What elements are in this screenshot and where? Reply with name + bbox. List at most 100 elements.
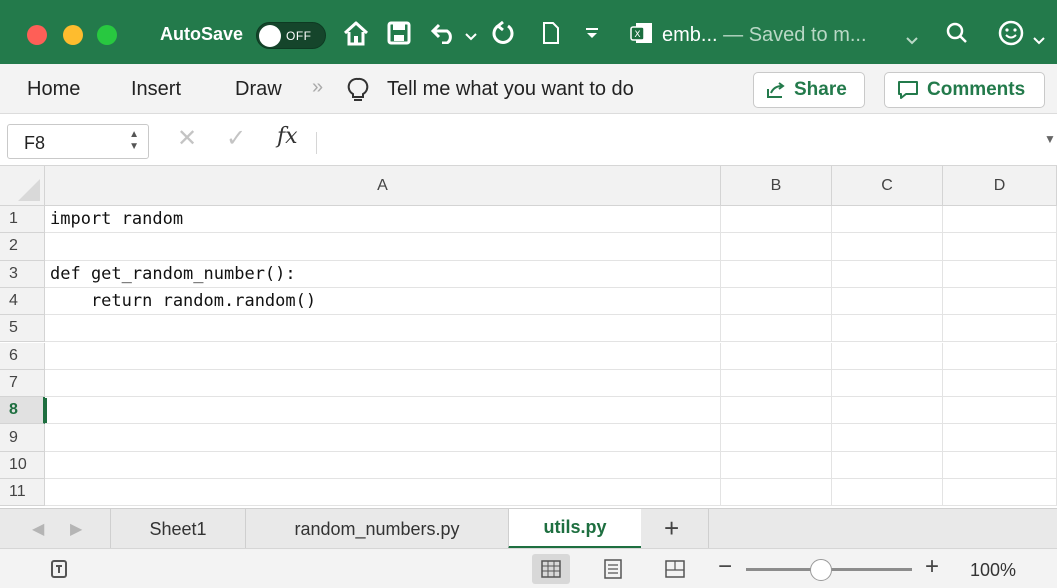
sheet-tab-utils[interactable]: utils.py xyxy=(508,509,641,549)
redo-icon[interactable] xyxy=(490,18,516,48)
cell-d11[interactable] xyxy=(943,479,1057,507)
close-window-button[interactable] xyxy=(27,25,47,45)
expand-formula-icon[interactable]: ▼ xyxy=(1044,132,1056,146)
cell-c5[interactable] xyxy=(832,315,943,343)
cell-c6[interactable] xyxy=(832,342,943,370)
chevron-down-icon[interactable] xyxy=(906,26,918,56)
more-tabs-icon[interactable]: » xyxy=(312,76,323,99)
cancel-icon[interactable]: ✕ xyxy=(177,124,197,153)
autosave-toggle[interactable]: OFF xyxy=(256,22,326,49)
normal-view-icon[interactable] xyxy=(532,554,570,584)
cell-a7[interactable] xyxy=(45,369,721,398)
customize-icon[interactable] xyxy=(585,18,599,48)
sheet-tab-random-numbers[interactable]: random_numbers.py xyxy=(245,509,508,549)
tell-me-search[interactable]: Tell me what you want to do xyxy=(387,78,634,101)
cell-a5[interactable] xyxy=(45,315,721,343)
prev-sheet-icon[interactable]: ◀ xyxy=(32,519,44,539)
page-break-icon[interactable] xyxy=(656,554,694,584)
column-header-c[interactable]: C xyxy=(832,166,943,206)
row-header[interactable]: 10 xyxy=(0,451,45,479)
row-header[interactable]: 6 xyxy=(0,342,45,370)
cell-b1[interactable] xyxy=(721,206,832,234)
row-header[interactable]: 7 xyxy=(0,369,45,398)
cell-c7[interactable] xyxy=(832,369,943,398)
row-header[interactable]: 8 xyxy=(0,397,45,425)
row-header[interactable]: 5 xyxy=(0,315,45,343)
cell-b2[interactable] xyxy=(721,233,832,261)
zoom-window-button[interactable] xyxy=(97,25,117,45)
share-button[interactable]: Share xyxy=(753,72,865,108)
cell-c4[interactable] xyxy=(832,287,943,316)
cell-b10[interactable] xyxy=(721,451,832,479)
cell-d10[interactable] xyxy=(943,451,1057,479)
cell-d5[interactable] xyxy=(943,315,1057,343)
insert-function-icon[interactable]: fx xyxy=(277,124,298,149)
cell-d8[interactable] xyxy=(943,397,1057,425)
cell-c11[interactable] xyxy=(832,479,943,507)
page-layout-icon[interactable] xyxy=(594,554,632,584)
comments-button[interactable]: Comments xyxy=(884,72,1045,108)
tab-draw[interactable]: Draw xyxy=(235,78,282,101)
new-doc-icon[interactable] xyxy=(542,18,560,48)
home-icon[interactable] xyxy=(342,18,370,48)
cell-d2[interactable] xyxy=(943,233,1057,261)
cell-d9[interactable] xyxy=(943,424,1057,452)
cell-b11[interactable] xyxy=(721,479,832,507)
cell-a8[interactable] xyxy=(45,397,721,425)
sheet-tab-sheet1[interactable]: Sheet1 xyxy=(110,509,245,549)
document-title[interactable]: emb... — Saved to m... xyxy=(662,24,867,47)
next-sheet-icon[interactable]: ▶ xyxy=(70,519,82,539)
add-sheet-button[interactable]: + xyxy=(664,513,679,544)
cell-b7[interactable] xyxy=(721,369,832,398)
zoom-level[interactable]: 100% xyxy=(970,560,1016,581)
chevron-down-icon[interactable] xyxy=(465,22,477,52)
cell-b4[interactable] xyxy=(721,287,832,316)
zoom-in-button[interactable]: + xyxy=(925,553,939,581)
cell-a4[interactable]: return random.random() xyxy=(45,287,721,316)
cell-b9[interactable] xyxy=(721,424,832,452)
row-header[interactable]: 3 xyxy=(0,260,45,288)
column-header-d[interactable]: D xyxy=(943,166,1057,206)
cell-d1[interactable] xyxy=(943,206,1057,234)
search-icon[interactable] xyxy=(946,18,968,48)
row-header[interactable]: 1 xyxy=(0,206,45,234)
cell-a11[interactable] xyxy=(45,479,721,507)
tab-home[interactable]: Home xyxy=(27,78,80,101)
cell-a3[interactable]: def get_random_number(): xyxy=(45,260,721,288)
cell-b5[interactable] xyxy=(721,315,832,343)
select-all-corner[interactable] xyxy=(0,166,45,206)
tab-insert[interactable]: Insert xyxy=(131,78,181,101)
zoom-out-button[interactable]: − xyxy=(718,553,732,581)
cell-b8[interactable] xyxy=(721,397,832,425)
cell-b6[interactable] xyxy=(721,342,832,370)
cell-a1[interactable]: import random xyxy=(45,206,721,234)
undo-icon[interactable] xyxy=(430,18,458,48)
smiley-icon[interactable] xyxy=(998,18,1024,48)
row-header[interactable]: 2 xyxy=(0,233,45,261)
column-header-a[interactable]: A xyxy=(45,166,721,206)
check-icon[interactable]: ✓ xyxy=(226,124,246,153)
save-icon[interactable] xyxy=(387,18,411,48)
cell-b3[interactable] xyxy=(721,260,832,288)
cell-d4[interactable] xyxy=(943,287,1057,316)
cell-a9[interactable] xyxy=(45,424,721,452)
cell-c9[interactable] xyxy=(832,424,943,452)
row-header[interactable]: 11 xyxy=(0,479,45,507)
cell-d3[interactable] xyxy=(943,260,1057,288)
cell-c1[interactable] xyxy=(832,206,943,234)
zoom-slider-handle[interactable] xyxy=(809,559,832,581)
row-header[interactable]: 9 xyxy=(0,424,45,452)
stepper-icon[interactable]: ▲ ▼ xyxy=(129,129,139,153)
column-header-b[interactable]: B xyxy=(721,166,832,206)
cell-c3[interactable] xyxy=(832,260,943,288)
cell-d7[interactable] xyxy=(943,369,1057,398)
cell-c8[interactable] xyxy=(832,397,943,425)
cell-a2[interactable] xyxy=(45,233,721,261)
chevron-down-icon[interactable] xyxy=(1033,26,1045,56)
cell-a10[interactable] xyxy=(45,451,721,479)
row-header[interactable]: 4 xyxy=(0,287,45,316)
minimize-window-button[interactable] xyxy=(63,25,83,45)
cell-c2[interactable] xyxy=(832,233,943,261)
cell-a6[interactable] xyxy=(45,342,721,370)
cell-c10[interactable] xyxy=(832,451,943,479)
